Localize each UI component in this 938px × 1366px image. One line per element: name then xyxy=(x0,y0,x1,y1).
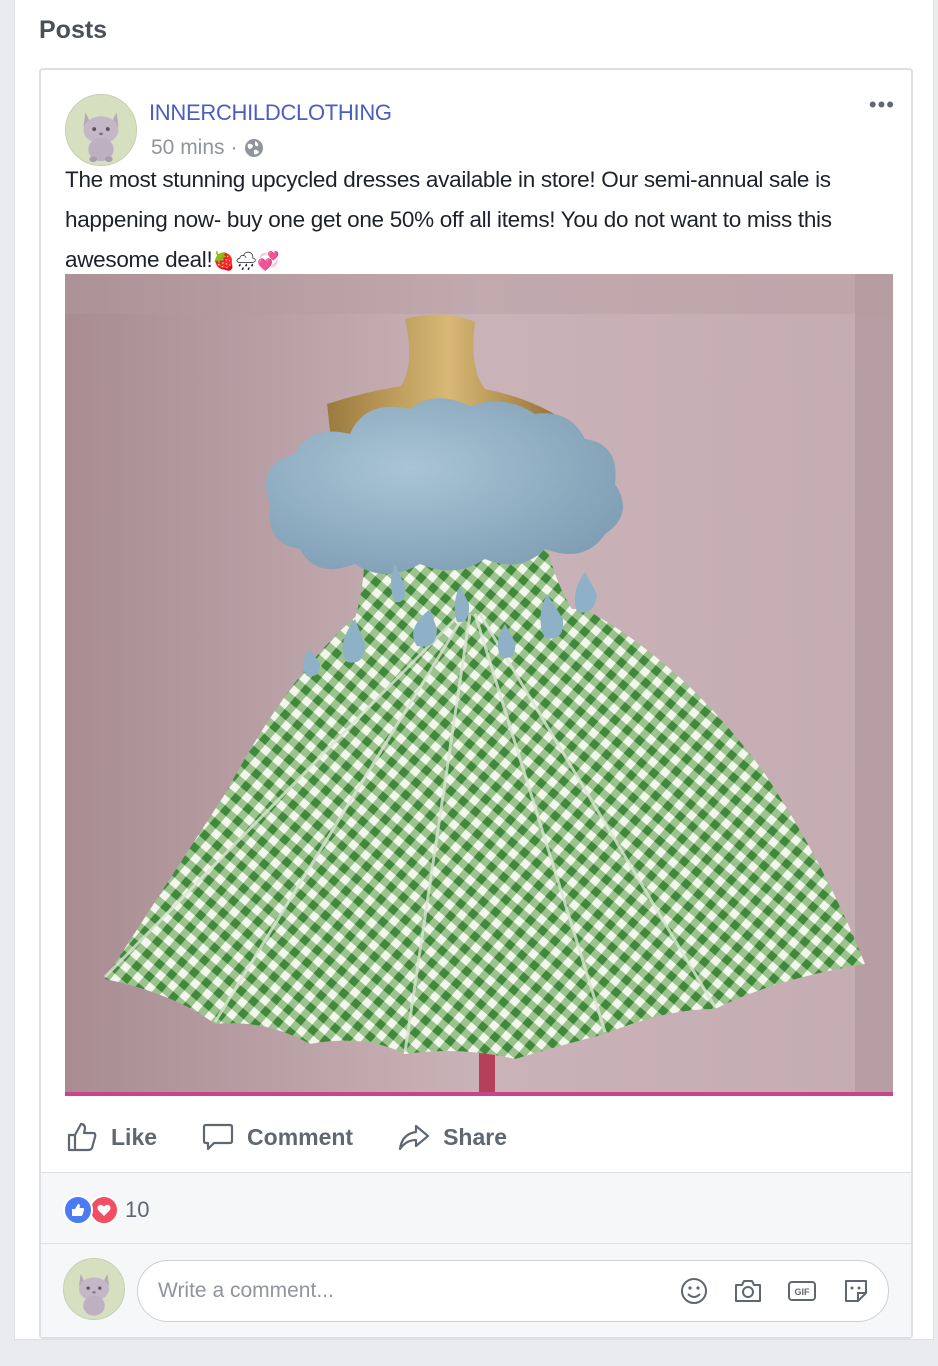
comment-box: GIF xyxy=(137,1260,889,1322)
cat-avatar-icon xyxy=(64,1259,124,1319)
comment-tools: GIF xyxy=(678,1275,872,1307)
posts-section: Posts INNERCHILDCLOTHING 50 mins · ••• T… xyxy=(14,0,934,1340)
reaction-count: 10 xyxy=(125,1197,150,1222)
reactions-bar: 10 xyxy=(41,1172,911,1244)
cat-avatar-icon xyxy=(66,95,136,165)
more-options-icon[interactable]: ••• xyxy=(869,92,895,118)
love-reaction-icon xyxy=(89,1195,119,1225)
share-arrow-icon xyxy=(398,1124,430,1151)
umbrella-dress-photo xyxy=(65,274,893,1096)
post-time[interactable]: 50 mins xyxy=(151,136,225,160)
page-avatar[interactable] xyxy=(65,94,137,166)
svg-text:GIF: GIF xyxy=(795,1287,811,1297)
comment-label: Comment xyxy=(247,1123,354,1150)
post-meta: 50 mins · xyxy=(151,136,264,160)
post-card: INNERCHILDCLOTHING 50 mins · ••• The mos… xyxy=(39,68,913,1339)
post-body: The most stunning upcycled dresses avail… xyxy=(65,167,832,272)
post-actions: Like Comment Share xyxy=(65,1112,507,1162)
reaction-summary[interactable]: 10 xyxy=(63,1195,149,1225)
gif-icon[interactable]: GIF xyxy=(786,1275,818,1307)
like-button[interactable]: Like xyxy=(65,1120,157,1154)
commenter-avatar[interactable] xyxy=(63,1258,125,1320)
thumbs-up-icon xyxy=(67,1122,97,1152)
like-label: Like xyxy=(111,1123,158,1150)
comment-input[interactable] xyxy=(158,1261,658,1321)
page-name-link[interactable]: INNERCHILDCLOTHING xyxy=(149,100,392,126)
section-title: Posts xyxy=(39,16,108,44)
meta-separator: · xyxy=(230,136,238,159)
post-text: The most stunning upcycled dresses avail… xyxy=(65,160,895,281)
share-button[interactable]: Share xyxy=(397,1120,507,1154)
like-reaction-icon xyxy=(63,1195,93,1225)
comment-bubble-icon xyxy=(202,1123,234,1151)
comment-composer: GIF xyxy=(41,1244,911,1337)
globe-icon xyxy=(244,139,263,157)
sticker-icon[interactable] xyxy=(840,1275,872,1307)
camera-icon[interactable] xyxy=(732,1275,764,1307)
smiley-icon[interactable] xyxy=(678,1275,710,1307)
post-photo[interactable] xyxy=(65,274,893,1096)
comment-button[interactable]: Comment xyxy=(201,1120,353,1154)
share-label: Share xyxy=(443,1123,508,1150)
